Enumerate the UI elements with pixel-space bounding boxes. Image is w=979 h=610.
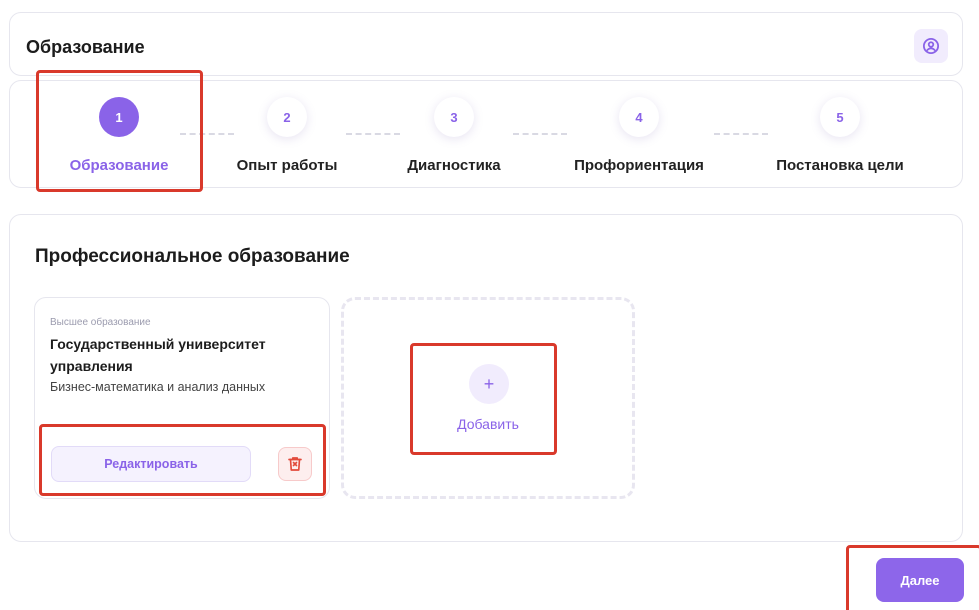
specialty: Бизнес-математика и анализ данных <box>50 380 266 394</box>
education-level: Высшее образование <box>50 317 151 328</box>
step-number: 3 <box>434 97 474 137</box>
step-label: Постановка цели <box>776 157 904 174</box>
step-label: Диагностика <box>407 157 501 174</box>
highlight-frame <box>36 70 203 192</box>
step-diagnostics[interactable]: 3 Диагностика <box>364 97 544 174</box>
profile-button[interactable] <box>914 29 948 63</box>
highlight-frame <box>846 545 979 610</box>
step-label: Опыт работы <box>236 157 338 174</box>
step-number: 5 <box>820 97 860 137</box>
institution-name: Государственный университет управления <box>50 336 266 374</box>
step-work-experience[interactable]: 2 Опыт работы <box>197 97 377 174</box>
user-circle-icon <box>922 37 940 55</box>
section-title: Профессиональное образование <box>35 246 350 267</box>
step-career-guidance[interactable]: 4 Профориентация <box>549 97 729 174</box>
highlight-frame <box>39 424 326 496</box>
step-number: 2 <box>267 97 307 137</box>
page-title: Образование <box>26 37 145 57</box>
step-goal-setting[interactable]: 5 Постановка цели <box>750 97 930 174</box>
highlight-frame <box>410 343 557 455</box>
step-number: 4 <box>619 97 659 137</box>
header-card: Образование <box>9 12 963 76</box>
step-label: Профориентация <box>574 157 704 174</box>
